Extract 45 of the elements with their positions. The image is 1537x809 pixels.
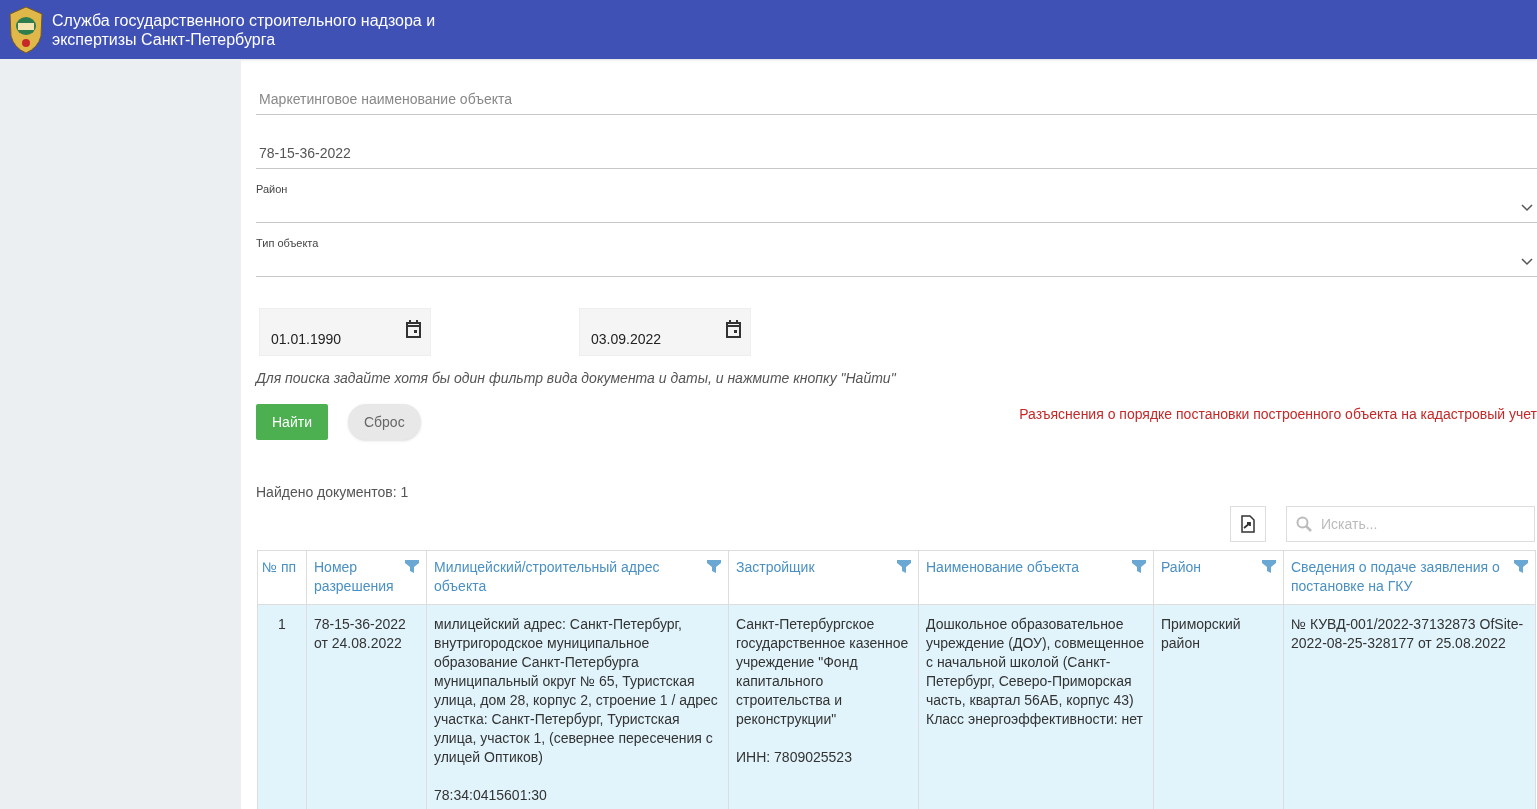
filter-icon[interactable] <box>1514 560 1528 573</box>
date-field[interactable]: 01.01.1990 <box>259 308 431 356</box>
calendar-icon[interactable] <box>405 320 422 338</box>
field-label: Тип объекта <box>256 236 319 251</box>
column-header[interactable]: Район <box>1153 550 1284 605</box>
column-header[interactable]: Наименование объекта <box>918 550 1154 605</box>
column-title: Район <box>1161 558 1201 577</box>
search-hint: Для поиска задайте хотя бы один фильтр вида документа и даты, и нажмите кнопку "Найти" <box>256 369 897 388</box>
column-header[interactable]: Сведения о подаче заявления о постановке на ГКУ <box>1283 550 1536 605</box>
table-row[interactable] <box>257 604 1536 809</box>
column-header[interactable]: № пп <box>257 550 307 605</box>
column-title: Застройщик <box>736 558 815 577</box>
column-title: Милицейский/строительный адрес объекта <box>434 558 661 596</box>
filter-icon[interactable] <box>405 560 419 573</box>
permit-number-field[interactable]: 78-15-36-2022 <box>256 115 1537 169</box>
column-title: Номер разрешения <box>314 558 395 596</box>
marketing-name-field[interactable]: Маркетинговое наименование объекта <box>256 65 1537 115</box>
emblem-logo <box>8 5 44 54</box>
column-title: № пп <box>262 558 297 577</box>
documents-count: Найдено документов: 1 <box>256 483 410 502</box>
table-cell: 1 <box>257 604 307 809</box>
search-field[interactable]: Искать... <box>1286 506 1535 542</box>
calendar-icon[interactable] <box>725 320 742 338</box>
find-button[interactable]: Найти <box>256 404 328 440</box>
dropdown-field[interactable]: Тип объекта <box>256 223 1537 277</box>
filter-icon[interactable] <box>1132 560 1146 573</box>
header-title: Служба государственного строительного надзора и экспертизы Санкт-Петербурга <box>52 10 437 49</box>
cadastral-info-link[interactable]: Разъяснения о порядке постановки построенного объекта на кадастровый учет <box>1019 403 1537 425</box>
column-title: Наименование объекта <box>926 558 1080 577</box>
column-title: Сведения о подаче заявления о постановке на ГКУ <box>1291 558 1501 596</box>
filter-icon[interactable] <box>1262 560 1276 573</box>
column-header[interactable]: Застройщик <box>728 550 919 605</box>
filter-icon[interactable] <box>707 560 721 573</box>
column-header[interactable]: Номер разрешения <box>306 550 427 605</box>
chevron-down-icon <box>1521 204 1533 212</box>
export-button[interactable] <box>1230 506 1266 542</box>
file-export-icon <box>1240 515 1256 533</box>
date-field[interactable]: 03.09.2022 <box>579 308 751 356</box>
filter-icon[interactable] <box>897 560 911 573</box>
column-header[interactable]: Милицейский/строительный адрес объекта <box>426 550 729 605</box>
chevron-down-icon <box>1521 258 1533 266</box>
dropdown-field[interactable]: Район <box>256 169 1537 223</box>
search-icon <box>1296 516 1312 532</box>
reset-button[interactable]: Сброс <box>347 404 421 440</box>
field-label: Район <box>256 182 288 197</box>
